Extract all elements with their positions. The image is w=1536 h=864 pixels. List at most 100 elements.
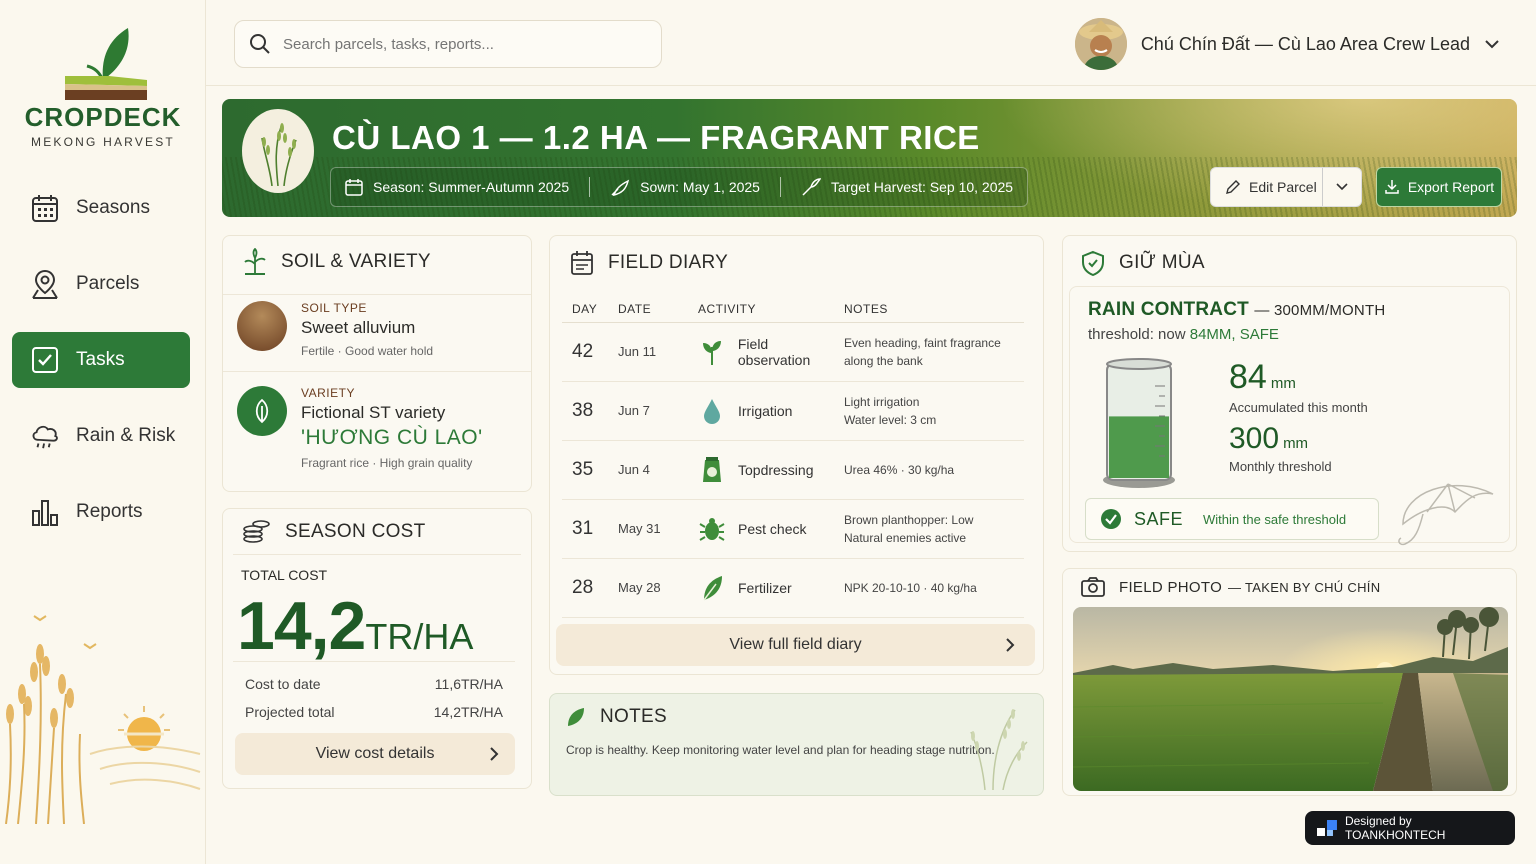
plant-icon bbox=[244, 248, 266, 275]
sidebar-item-label: Rain & Risk bbox=[76, 425, 176, 446]
card-header: SEASON COST bbox=[241, 519, 426, 545]
view-cost-details-button[interactable]: View cost details bbox=[235, 733, 515, 775]
sprout-icon bbox=[611, 179, 630, 197]
cost-to-date-row: Cost to date 11,6TR/HA bbox=[245, 676, 503, 692]
accumulated-rain-label: Accumulated this month bbox=[1229, 400, 1368, 415]
search-input[interactable] bbox=[283, 35, 623, 53]
sown-meta: Sown: May 1, 2025 bbox=[610, 177, 760, 197]
variety-value: Fictional ST variety bbox=[301, 403, 446, 422]
table-row[interactable]: 28 May 28 Fertilizer NPK 20-10-10 · 40 k… bbox=[562, 558, 1024, 618]
date-cell: Jun 7 bbox=[618, 381, 698, 441]
parcel-title: CÙ LAO 1 — 1.2 HA — FRAGRANT RICE bbox=[332, 119, 980, 156]
sidebar-item-label: Reports bbox=[76, 501, 143, 522]
edit-parcel-button[interactable]: Edit Parcel bbox=[1210, 167, 1362, 207]
edit-parcel-dropdown[interactable] bbox=[1323, 183, 1361, 191]
rain-gauge-icon bbox=[1103, 358, 1175, 488]
season-cost-card: SEASON COST TOTAL COST 14,2TR/HA Cost to… bbox=[222, 508, 532, 789]
pencil-icon bbox=[1226, 180, 1240, 194]
sidebar-item-rain-risk[interactable]: Rain & Risk bbox=[12, 408, 190, 464]
notes-cell: Brown planthopper: Low Natural enemies ac… bbox=[844, 499, 1024, 559]
giu-mua-card: GIỮ MÙA RAIN CONTRACT — 300MM/MONTH thre… bbox=[1062, 235, 1517, 552]
rice-field-illustration bbox=[5, 615, 201, 824]
day-cell: 38 bbox=[562, 381, 618, 441]
soil-variety-card: SOIL & VARIETY SOIL TYPE Sweet alluvium … bbox=[222, 235, 532, 492]
rain-contract-title: RAIN CONTRACT — 300MM/MONTH bbox=[1088, 299, 1386, 320]
sidebar-item-parcels[interactable]: Parcels bbox=[12, 256, 190, 312]
export-report-button[interactable]: Export Report bbox=[1376, 167, 1502, 207]
card-header: FIELD DIARY bbox=[570, 250, 728, 276]
calendar-icon bbox=[345, 179, 363, 196]
sown-text: Sown: May 1, 2025 bbox=[640, 179, 760, 195]
sprout-logo-icon bbox=[65, 28, 147, 100]
export-report-label: Export Report bbox=[1407, 179, 1495, 195]
sidebar-nav: Seasons Parcels Tasks Rain & Risk Report… bbox=[12, 180, 190, 560]
field-photo-card: FIELD PHOTO — TAKEN BY CHÚ CHÍN bbox=[1062, 568, 1517, 796]
search-bar[interactable] bbox=[234, 20, 662, 68]
card-header: GIỮ MÙA bbox=[1081, 250, 1205, 276]
total-cost-label: TOTAL COST bbox=[241, 567, 328, 583]
table-row[interactable]: 35 Jun 4 Topdressing Urea 46% · 30 kg/ha bbox=[562, 440, 1024, 500]
monthly-threshold-label: Monthly threshold bbox=[1229, 459, 1332, 474]
designer-credit-badge[interactable]: Designed by TOANKHONTECH bbox=[1305, 811, 1515, 845]
coins-icon bbox=[243, 520, 270, 543]
status-badge: SAFE Within the safe threshold bbox=[1085, 498, 1379, 540]
avatar[interactable] bbox=[1074, 18, 1127, 70]
chevron-right-icon bbox=[490, 747, 499, 761]
sickle-icon bbox=[802, 178, 821, 196]
rain-cloud-icon bbox=[30, 421, 60, 451]
user-menu[interactable]: Chú Chín Đất — Cù Lao Area Crew Lead bbox=[1074, 16, 1500, 72]
card-title: SOIL & VARIETY bbox=[281, 251, 431, 272]
brand-tagline: MEKONG HARVEST bbox=[31, 135, 175, 149]
rice-stalk-icon bbox=[970, 709, 1028, 790]
field-photo[interactable] bbox=[1073, 607, 1508, 791]
card-title: NOTES bbox=[600, 706, 667, 727]
checkbox-icon bbox=[30, 345, 60, 375]
sidebar-item-reports[interactable]: Reports bbox=[12, 484, 190, 540]
sidebar-item-tasks[interactable]: Tasks bbox=[12, 332, 190, 388]
photo-subtitle: — TAKEN BY CHÚ CHÍN bbox=[1228, 579, 1381, 595]
card-header: NOTES bbox=[566, 706, 667, 728]
leaf-icon bbox=[568, 708, 584, 726]
column-header: NOTES bbox=[844, 296, 1024, 323]
variety-row: VARIETY Fictional ST variety 'HƯƠNG CÙ L… bbox=[223, 386, 531, 470]
column-header: ACTIVITY bbox=[698, 296, 844, 323]
day-cell: 35 bbox=[562, 440, 618, 500]
bar-chart-icon bbox=[30, 497, 60, 527]
map-pin-icon bbox=[30, 269, 60, 299]
chevron-down-icon[interactable] bbox=[1484, 39, 1500, 49]
designer-logo-icon bbox=[1317, 820, 1337, 836]
season-text: Season: Summer-Autumn 2025 bbox=[373, 179, 570, 195]
diary-table: DAY DATE ACTIVITY NOTES 42 Jun 11 Field … bbox=[562, 296, 1024, 618]
table-row[interactable]: 38 Jun 7 Irrigation Light irrigation Wate… bbox=[562, 381, 1024, 441]
chevron-down-icon bbox=[1336, 183, 1348, 191]
edit-parcel-main[interactable]: Edit Parcel bbox=[1211, 168, 1323, 206]
brand-logo[interactable]: CROPDECK MEKONG HARVEST bbox=[18, 18, 188, 149]
chevron-right-icon bbox=[1006, 638, 1015, 652]
harvest-text: Target Harvest: Sep 10, 2025 bbox=[830, 179, 1014, 195]
card-header: SOIL & VARIETY bbox=[243, 248, 431, 276]
activity-cell: Pest check bbox=[698, 499, 844, 559]
date-cell: May 31 bbox=[618, 499, 698, 559]
table-row[interactable]: 31 May 31 Pest check Brown planthopper: … bbox=[562, 499, 1024, 559]
notes-cell: Urea 46% · 30 kg/ha bbox=[844, 440, 1024, 500]
divider bbox=[589, 177, 591, 197]
check-circle-icon bbox=[1101, 509, 1121, 529]
view-full-diary-button[interactable]: View full field diary bbox=[556, 624, 1035, 666]
projected-total-row: Projected total 14,2TR/HA bbox=[245, 704, 503, 720]
search-icon bbox=[250, 34, 270, 54]
umbrella-icon bbox=[1398, 483, 1494, 546]
sidebar-item-seasons[interactable]: Seasons bbox=[12, 180, 190, 236]
sidebar: CROPDECK MEKONG HARVEST Seasons Parcels … bbox=[0, 0, 206, 864]
activity-cell: Field observation bbox=[698, 322, 844, 382]
camera-icon bbox=[1081, 577, 1105, 597]
accumulated-rain-value: 84 mm bbox=[1229, 358, 1296, 396]
rice-badge bbox=[242, 109, 314, 193]
bug-icon bbox=[698, 515, 726, 543]
day-cell: 31 bbox=[562, 499, 618, 559]
designer-credit-text: Designed by TOANKHONTECH bbox=[1344, 814, 1446, 842]
notes-cell: Light irrigation Water level: 3 cm bbox=[844, 381, 1024, 441]
table-row[interactable]: 42 Jun 11 Field observation Even heading… bbox=[562, 322, 1024, 382]
soil-type-sub: Fertile · Good water hold bbox=[301, 344, 434, 358]
notes-cell: Even heading, faint fragrance along the b… bbox=[844, 322, 1024, 382]
activity-cell: Irrigation bbox=[698, 381, 844, 441]
